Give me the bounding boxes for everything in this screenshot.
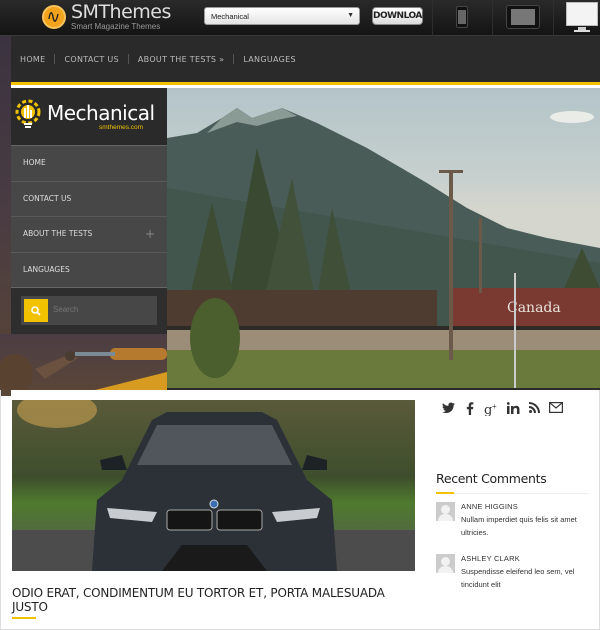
download-button[interactable]: DOWNLOAD — [372, 7, 429, 25]
background-machine-image — [0, 334, 167, 394]
recent-comments-title: Recent Comments — [436, 471, 547, 486]
brand-tagline: Smart Magazine Themes — [71, 22, 161, 31]
rss-icon[interactable] — [524, 402, 546, 418]
nav-item-about-the-tests[interactable]: ABOUT THE TESTS » — [138, 55, 224, 64]
comment-author[interactable]: ANNE HIGGINS — [461, 502, 518, 511]
phone-view-button[interactable] — [432, 0, 492, 36]
desktop-icon — [566, 2, 598, 26]
linkedin-icon[interactable] — [503, 402, 525, 418]
theme-select[interactable]: Mechanical ▼ — [204, 7, 360, 25]
theme-select-value: Mechanical — [211, 12, 249, 21]
twitter-icon[interactable] — [438, 402, 460, 418]
gear-bulb-icon — [15, 99, 41, 128]
tablet-icon — [506, 5, 540, 29]
sidebar-item-languages[interactable]: LANGUAGES — [11, 251, 167, 288]
social-links: g + — [438, 402, 567, 418]
demo-topbar: SMThemes Smart Magazine Themes Mechanica… — [0, 0, 600, 36]
caret-down-icon: ▼ — [347, 12, 354, 19]
nav-separator — [127, 54, 129, 64]
nav-item-home[interactable]: HOME — [20, 55, 45, 64]
logo-title: Mechanical — [47, 101, 155, 125]
search-box — [21, 296, 157, 325]
nav-separator — [233, 54, 235, 64]
sidebar-item-home[interactable]: HOME — [11, 145, 167, 181]
logo-subtitle: smthemes.com — [99, 124, 144, 131]
nav-separator — [54, 54, 56, 64]
desktop-view-button[interactable] — [553, 0, 600, 36]
desktop-foot — [574, 30, 590, 32]
post-title[interactable]: ODIO ERAT, CONDIMENTUM EU TORTOR ET, POR… — [12, 586, 415, 614]
plus-icon[interactable]: + — [145, 217, 155, 251]
svg-text:+: + — [492, 402, 497, 411]
sidebar-item-contact-us[interactable]: CONTACT US — [11, 180, 167, 217]
smthemes-logo-icon — [42, 5, 66, 29]
nav-item-contact-us[interactable]: CONTACT US — [64, 55, 118, 64]
recent-comments-divider — [436, 493, 589, 494]
sidebar-menu: HOME CONTACT US ABOUT THE TESTS + LANGUAG… — [11, 145, 167, 287]
post-featured-image[interactable] — [12, 400, 415, 571]
sidebar-item-about-the-tests[interactable]: ABOUT THE TESTS + — [11, 216, 167, 252]
sidebar-item-label: HOME — [23, 158, 46, 167]
search-input[interactable] — [53, 305, 153, 314]
facebook-icon[interactable] — [460, 402, 482, 418]
sidebar-item-label: LANGUAGES — [23, 264, 70, 274]
main-nav: HOME CONTACT US ABOUT THE TESTS » LANGUA… — [11, 36, 600, 85]
sidebar-item-label: CONTACT US — [23, 193, 72, 203]
recent-comments-accent — [436, 492, 454, 494]
avatar — [436, 502, 455, 521]
sidebar-search — [11, 287, 167, 334]
post-title-underline — [12, 617, 36, 619]
avatar — [436, 554, 455, 573]
comment-text[interactable]: Nullam imperdiet quis felis sit amet ult… — [461, 513, 591, 539]
site-logo[interactable]: Mechanical smthemes.com — [11, 88, 167, 145]
sidebar-item-label: ABOUT THE TESTS — [23, 229, 93, 238]
nav-item-languages[interactable]: LANGUAGES — [243, 55, 296, 64]
search-icon — [31, 306, 41, 316]
tablet-view-button[interactable] — [492, 0, 553, 36]
google-plus-icon[interactable]: g + — [481, 402, 503, 418]
brand-name: SMThemes — [71, 1, 171, 23]
phone-icon — [456, 6, 468, 28]
comment-text[interactable]: Suspendisse eleifend leo sem, vel tincid… — [461, 565, 591, 591]
smthemes-brand[interactable]: SMThemes Smart Magazine Themes — [42, 3, 171, 31]
search-button[interactable] — [24, 299, 48, 322]
email-icon[interactable] — [546, 402, 568, 418]
comment-author[interactable]: ASHLEY CLARK — [461, 554, 520, 563]
hero-image: Canada — [167, 88, 600, 390]
